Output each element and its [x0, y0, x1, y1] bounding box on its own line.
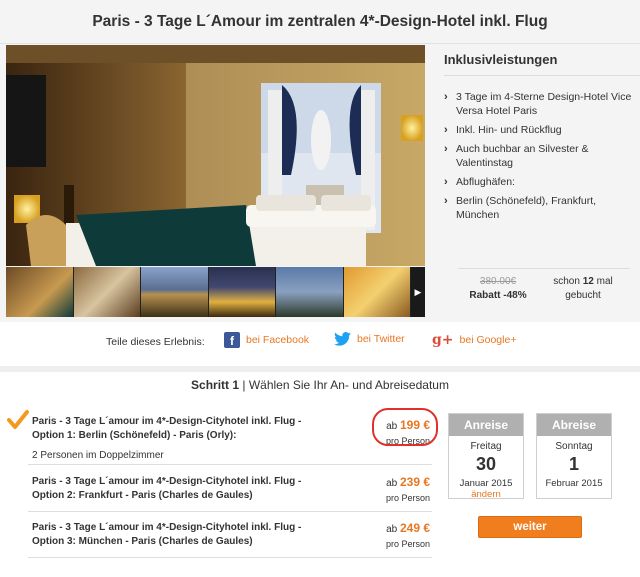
hotel-room-illustration — [6, 45, 425, 266]
change-arrival-link[interactable]: ändern — [449, 489, 523, 500]
sold-count: 12 — [582, 276, 594, 287]
share-facebook-link[interactable]: f bei Facebook — [224, 332, 309, 348]
checkmark-icon — [7, 410, 29, 429]
hero-image[interactable] — [6, 45, 425, 266]
option-price: ab 239 € pro Person — [385, 475, 430, 503]
departure-weekday: Sonntag — [555, 441, 593, 452]
share-bar: Teile dieses Erlebnis: f bei Facebook be… — [0, 322, 640, 360]
option-3[interactable]: Paris - 3 Tage L´amour im 4*-Design-City… — [32, 521, 432, 549]
share-twitter-link[interactable]: bei Twitter — [334, 332, 405, 346]
thumbnail[interactable] — [343, 267, 410, 317]
option-name: Paris - 3 Tage L´amour im 4*-Design-City… — [32, 522, 302, 547]
chevron-right-icon: › — [444, 124, 448, 136]
title-bar: Paris - 3 Tage L´Amour im zentralen 4*-D… — [0, 0, 640, 44]
divider — [28, 557, 432, 558]
twitter-icon — [334, 332, 351, 346]
arrival-date-box[interactable]: Anreise Freitag 30 Januar 2015 ändern — [448, 413, 524, 500]
price-summary: 380.00€ Rabatt -48% schon 12 mal gebucht — [458, 268, 630, 303]
inclusions-panel: Inklusivleistungen › 3 Tage im 4-Sterne D… — [444, 45, 640, 227]
option-price: ab 249 € pro Person — [385, 521, 430, 549]
share-google-link[interactable]: g+ bei Google+ — [432, 332, 516, 348]
thumbnail[interactable] — [141, 267, 208, 317]
chevron-right-icon: › — [444, 176, 448, 188]
chevron-right-icon: › — [444, 143, 448, 155]
option-name: Paris - 3 Tage L´amour im 4*-Design-City… — [32, 416, 302, 441]
discount-label: Rabatt -48% — [469, 290, 527, 301]
inclusions-list: › 3 Tage im 4-Sterne Design-Hotel Vice Ve… — [444, 90, 640, 222]
list-item: › Berlin (Schönefeld), Frankfurt, München — [444, 195, 597, 221]
next-arrow-icon[interactable]: ▶ — [411, 267, 425, 317]
list-item: › 3 Tage im 4-Sterne Design-Hotel Vice Ve… — [444, 91, 632, 117]
arrival-weekday: Freitag — [470, 441, 502, 452]
list-item: › Abflughäfen: — [444, 176, 515, 188]
divider — [28, 464, 432, 465]
option-extra: 2 Personen im Doppelzimmer — [32, 450, 164, 461]
chevron-right-icon: › — [444, 91, 448, 103]
highlight-circle — [372, 408, 438, 446]
old-price: 380.00€ — [479, 276, 517, 287]
departure-month-year: Februar 2015 — [545, 478, 603, 489]
thumbnail-strip: ▶ — [6, 267, 425, 317]
section-divider — [0, 366, 640, 372]
thumbnail[interactable] — [73, 267, 140, 317]
chevron-right-icon: › — [444, 195, 448, 207]
arrival-day: 30 — [475, 454, 497, 474]
sold-info: schon 12 mal gebucht — [553, 276, 613, 301]
page-title: Paris - 3 Tage L´Amour im zentralen 4*-D… — [92, 12, 548, 30]
departure-header: Abreise — [537, 414, 611, 436]
arrival-header: Anreise — [449, 414, 523, 436]
list-item: › Inkl. Hin- und Rückflug — [444, 124, 562, 136]
arrival-month-year: Januar 2015 — [459, 478, 513, 489]
facebook-icon: f — [224, 332, 240, 348]
step-heading: Schritt 1 | Wählen Sie Ihr An- und Abrei… — [191, 378, 449, 392]
divider — [28, 511, 432, 512]
departure-date-box[interactable]: Abreise Sonntag 1 Februar 2015 — [536, 413, 612, 499]
share-label: Teile dieses Erlebnis: — [106, 336, 205, 348]
option-2[interactable]: Paris - 3 Tage L´amour im 4*-Design-City… — [32, 475, 432, 503]
google-plus-icon: g+ — [432, 332, 454, 348]
discount-info: 380.00€ Rabatt -48% — [458, 275, 538, 303]
departure-day: 1 — [568, 454, 579, 474]
thumbnail[interactable] — [276, 267, 343, 317]
deal-card: Paris - 3 Tage L´Amour im zentralen 4*-D… — [0, 0, 640, 322]
inclusions-heading: Inklusivleistungen — [444, 45, 640, 76]
option-name: Paris - 3 Tage L´amour im 4*-Design-City… — [32, 476, 302, 501]
thumbnail[interactable] — [208, 267, 275, 317]
continue-button[interactable]: weiter — [478, 516, 582, 538]
list-item: › Auch buchbar an Silvester & Valentinsta… — [444, 143, 589, 169]
thumbnail[interactable] — [6, 267, 73, 317]
